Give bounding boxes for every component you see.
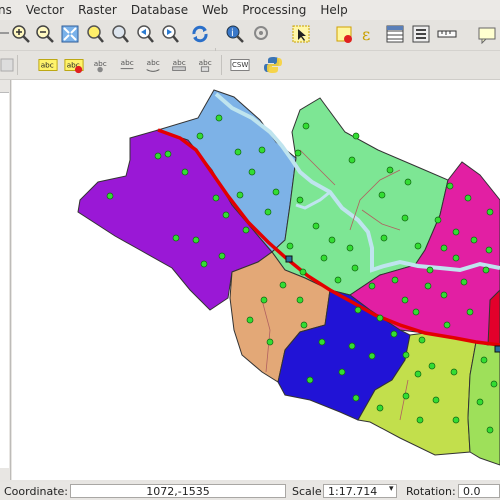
edit-icon[interactable] <box>0 54 18 76</box>
svg-text:ε: ε <box>362 25 370 44</box>
zoom-selection-icon[interactable] <box>84 23 106 45</box>
menu-bar: ns Vector Raster Database Web Processing… <box>0 0 500 20</box>
zoom-in-icon[interactable] <box>10 23 32 45</box>
label-show-icon[interactable]: abc <box>194 54 216 76</box>
svg-text:abc: abc <box>147 58 160 67</box>
svg-text:abc: abc <box>199 58 212 67</box>
attribute-table-icon[interactable] <box>384 23 406 45</box>
coordinate-value: 1072,-1535 <box>146 485 210 498</box>
rotation-label: Rotation: <box>406 485 456 498</box>
menu-database[interactable]: Database <box>124 0 195 20</box>
layers-list[interactable] <box>0 92 9 468</box>
label-highlight-icon[interactable]: abc <box>63 54 85 76</box>
rotation-field[interactable]: 0.0 <box>458 484 500 498</box>
identify-icon[interactable]: i <box>224 23 246 45</box>
action-icon[interactable] <box>251 23 273 45</box>
label-move-icon[interactable]: abc <box>116 54 138 76</box>
coordinate-label: Coordinate: <box>4 485 69 498</box>
menu-help[interactable]: Help <box>313 0 354 20</box>
menu-raster[interactable]: Raster <box>71 0 124 20</box>
label-toolbar: abc abc abc abc abc abc abc CSW <box>0 51 500 80</box>
label-pin-icon[interactable]: abc <box>90 54 112 76</box>
refresh-icon[interactable] <box>189 23 211 45</box>
map-marker <box>494 345 500 353</box>
toolbar-separator <box>221 55 222 75</box>
csw-label: CSW <box>232 61 249 69</box>
chevron-down-icon[interactable]: ▾ <box>389 484 394 494</box>
field-calculator-icon[interactable] <box>410 23 432 45</box>
rotation-value: 0.0 <box>463 485 481 498</box>
label-abc-icon[interactable]: abc <box>37 54 59 76</box>
map-tips-icon[interactable] <box>476 23 498 45</box>
menu-web[interactable]: Web <box>195 0 235 20</box>
svg-text:abc: abc <box>121 58 134 67</box>
zoom-out-icon[interactable] <box>34 23 56 45</box>
zoom-last-icon[interactable] <box>134 23 156 45</box>
deselect-icon[interactable] <box>333 23 355 45</box>
menu-plugins[interactable]: ns <box>0 0 19 20</box>
status-bar: Coordinate: 1072,-1535 Scale 1:17.714 ▾ … <box>0 482 500 500</box>
expression-select-icon[interactable]: ε <box>358 23 380 45</box>
menu-processing[interactable]: Processing <box>235 0 313 20</box>
menu-vector[interactable]: Vector <box>19 0 71 20</box>
svg-text:i: i <box>231 28 234 39</box>
map-marker <box>285 255 293 263</box>
map-render <box>77 89 500 466</box>
zoom-full-icon[interactable] <box>59 23 81 45</box>
toolbar-separator <box>17 55 18 75</box>
scale-value: 1:17.714 <box>328 485 378 498</box>
measure-icon[interactable] <box>436 23 458 45</box>
svg-text:abc: abc <box>173 58 186 67</box>
label-rotate-icon[interactable]: abc <box>142 54 164 76</box>
svg-text:abc: abc <box>94 59 107 68</box>
map-canvas[interactable] <box>12 80 500 480</box>
scale-field[interactable]: 1:17.714 <box>323 484 397 498</box>
zoom-next-icon[interactable] <box>159 23 181 45</box>
zoom-layer-icon[interactable] <box>109 23 131 45</box>
scale-label: Scale <box>292 485 322 498</box>
map-navigation-toolbar: i ▾ ▾ ε ▾ <box>0 20 500 68</box>
label-change-icon[interactable]: abc <box>168 54 190 76</box>
layers-panel[interactable] <box>0 80 11 480</box>
coordinate-field[interactable]: 1072,-1535 <box>70 484 286 498</box>
python-icon[interactable] <box>262 54 284 76</box>
select-features-icon[interactable] <box>290 23 312 45</box>
svg-text:abc: abc <box>41 61 54 70</box>
